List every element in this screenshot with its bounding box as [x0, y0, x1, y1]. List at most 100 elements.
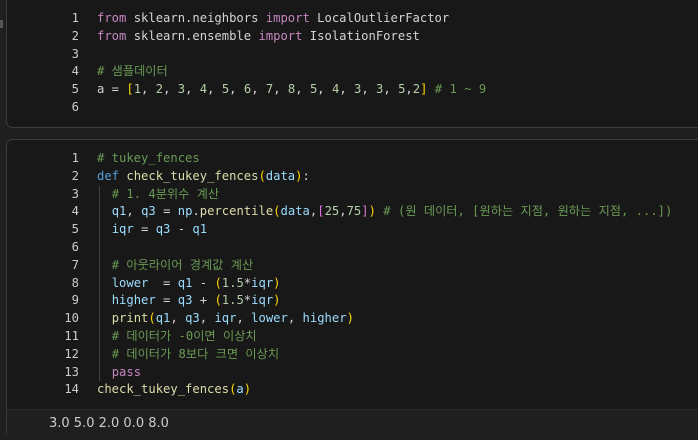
code-token: # 데이터가 8보다 크면 이상치 [111, 346, 280, 361]
code-token: iqr [251, 293, 274, 308]
code-token: data [280, 204, 310, 219]
code-line[interactable]: 4 # 샘플데이터 [7, 63, 698, 81]
code-line[interactable]: 14 check_tukey_fences(a) [7, 381, 698, 399]
code-token: 1.5 [221, 293, 244, 308]
code-token: = [133, 222, 156, 237]
code-text[interactable]: q1, q3 = np.percentile(data,[25,75]) # (… [97, 203, 673, 221]
code-token: 25 [324, 204, 340, 219]
code-token: # tukey_fences [97, 151, 200, 165]
code-token: + [192, 293, 215, 308]
code-token: # 데이터가 -0이면 이상치 [111, 328, 257, 343]
code-text[interactable]: pass [97, 364, 141, 382]
indent-guide [99, 238, 100, 257]
code-token: [ [126, 82, 134, 97]
code-token: percentile [199, 204, 274, 219]
code-token: q3 [155, 222, 171, 237]
code-text[interactable]: a = [1, 2, 3, 4, 5, 6, 7, 8, 5, 4, 3, 3,… [97, 81, 486, 99]
code-cell-tukey-fences[interactable]: 1 # tukey_fences 2 def check_tukey_fences(d… [6, 139, 698, 438]
line-number: 3 [71, 186, 79, 201]
code-text[interactable]: iqr = q3 - q1 [97, 221, 207, 239]
code-line[interactable]: 4 q1, q3 = np.percentile(data,[25,75]) #… [7, 203, 698, 222]
line-number: 5 [71, 222, 79, 237]
line-number: 6 [71, 239, 79, 254]
code-line[interactable]: 3 # 1. 4분위수 계산 [7, 185, 698, 204]
line-number: 8 [71, 275, 79, 290]
code-line[interactable]: 10 print(q1, q3, iqr, lower, higher) [7, 310, 698, 328]
code-token: ( [148, 311, 156, 326]
line-number: 14 [64, 382, 79, 397]
code-token: import [258, 28, 303, 43]
code-text[interactable]: print(q1, q3, iqr, lower, higher) [97, 310, 354, 328]
code-text[interactable]: lower = q1 - (1.5*iqr) [97, 275, 281, 293]
code-token: pass [111, 364, 142, 379]
code-line[interactable]: 5 a = [1, 2, 3, 4, 5, 6, 7, 8, 5, 4, 3, 3… [7, 81, 698, 99]
code-line[interactable]: 12 # 데이터가 8보다 크면 이상치 [7, 345, 698, 364]
code-token: q1 [155, 311, 171, 326]
code-text[interactable]: # 1. 4분위수 계산 [97, 186, 219, 204]
code-token: 2 [412, 82, 421, 97]
code-text[interactable]: # 아웃라이어 경계값 계산 [97, 257, 253, 275]
code-token: , [163, 82, 178, 97]
code-text[interactable]: # 데이터가 -0이면 이상치 [97, 328, 257, 346]
line-number: 13 [64, 364, 79, 379]
code-token: a [236, 382, 244, 397]
code-text[interactable]: from sklearn.neighbors import LocalOutli… [97, 10, 449, 28]
code-line[interactable]: 6 [7, 238, 698, 257]
code-text[interactable]: higher = q3 + (1.5*iqr) [97, 292, 281, 310]
code-line[interactable]: 2 def check_tukey_fences(data): [7, 168, 698, 186]
code-token: q1 [111, 204, 127, 219]
line-number: 4 [71, 64, 79, 79]
code-token: q3 [141, 204, 156, 219]
cell-output: 3.0 5.0 2.0 0.0 8.0 [7, 409, 698, 438]
code-token: q3 [185, 311, 200, 326]
code-token: 2 [155, 82, 164, 97]
code-token: # (원 데이터, [원하는 지점, 원하는 지점, ...]) [375, 204, 673, 219]
output-text: 3.0 5.0 2.0 0.0 8.0 [49, 416, 169, 431]
code-editor[interactable]: 1 from sklearn.neighbors import LocalOutl… [7, 10, 698, 117]
line-number: 2 [71, 28, 79, 43]
code-cell-imports[interactable]: 1 from sklearn.neighbors import LocalOutl… [6, 0, 698, 128]
code-token: = [155, 293, 178, 308]
code-text[interactable]: check_tukey_fences(a) [97, 381, 251, 399]
code-token: , [141, 82, 156, 97]
code-token: iqr [251, 275, 274, 290]
code-token: 75 [346, 204, 362, 219]
code-line[interactable]: 1 # tukey_fences [7, 150, 698, 168]
gutter-edge-marker [0, 20, 3, 28]
code-token: LocalOutlierFactor [309, 11, 450, 25]
code-token: print [111, 311, 149, 326]
code-token: , [229, 82, 244, 97]
code-token: from [97, 11, 127, 25]
code-text[interactable]: from sklearn.ensemble import IsolationFo… [97, 28, 420, 46]
code-line[interactable]: 2 from sklearn.ensemble import IsolationF… [7, 28, 698, 46]
code-token: iqr [111, 222, 134, 237]
code-text[interactable]: # tukey_fences [97, 150, 200, 168]
code-line[interactable]: 3 [7, 46, 698, 64]
code-line[interactable]: 8 lower = q1 - (1.5*iqr) [7, 274, 698, 293]
code-token: 1.5 [221, 275, 244, 290]
code-token: , [199, 311, 215, 326]
code-line[interactable]: 5 iqr = q3 - q1 [7, 221, 698, 239]
code-token: IsolationForest [302, 28, 420, 43]
code-line[interactable]: 11 # 데이터가 -0이면 이상치 [7, 327, 698, 346]
code-token: = [148, 275, 178, 290]
code-token: , [126, 204, 142, 219]
code-token: , [339, 82, 355, 97]
code-editor[interactable]: 1 # tukey_fences 2 def check_tukey_fences(d… [7, 150, 698, 399]
code-token: higher [111, 293, 156, 308]
code-text[interactable]: def check_tukey_fences(data): [97, 168, 310, 186]
code-text[interactable]: # 샘플데이터 [97, 63, 168, 81]
code-token: a = [97, 82, 127, 97]
code-token: # 샘플데이터 [97, 64, 168, 79]
code-line[interactable]: 6 [7, 99, 698, 117]
code-line[interactable]: 1 from sklearn.neighbors import LocalOutl… [7, 10, 698, 28]
code-line[interactable]: 9 higher = q3 + (1.5*iqr) [7, 292, 698, 311]
code-text[interactable]: # 데이터가 8보다 크면 이상치 [97, 346, 279, 364]
code-line[interactable]: 13 pass [7, 363, 698, 382]
code-token: ) [346, 311, 354, 326]
code-token: 1 [133, 82, 142, 97]
code-line[interactable]: 7 # 아웃라이어 경계값 계산 [7, 256, 698, 275]
